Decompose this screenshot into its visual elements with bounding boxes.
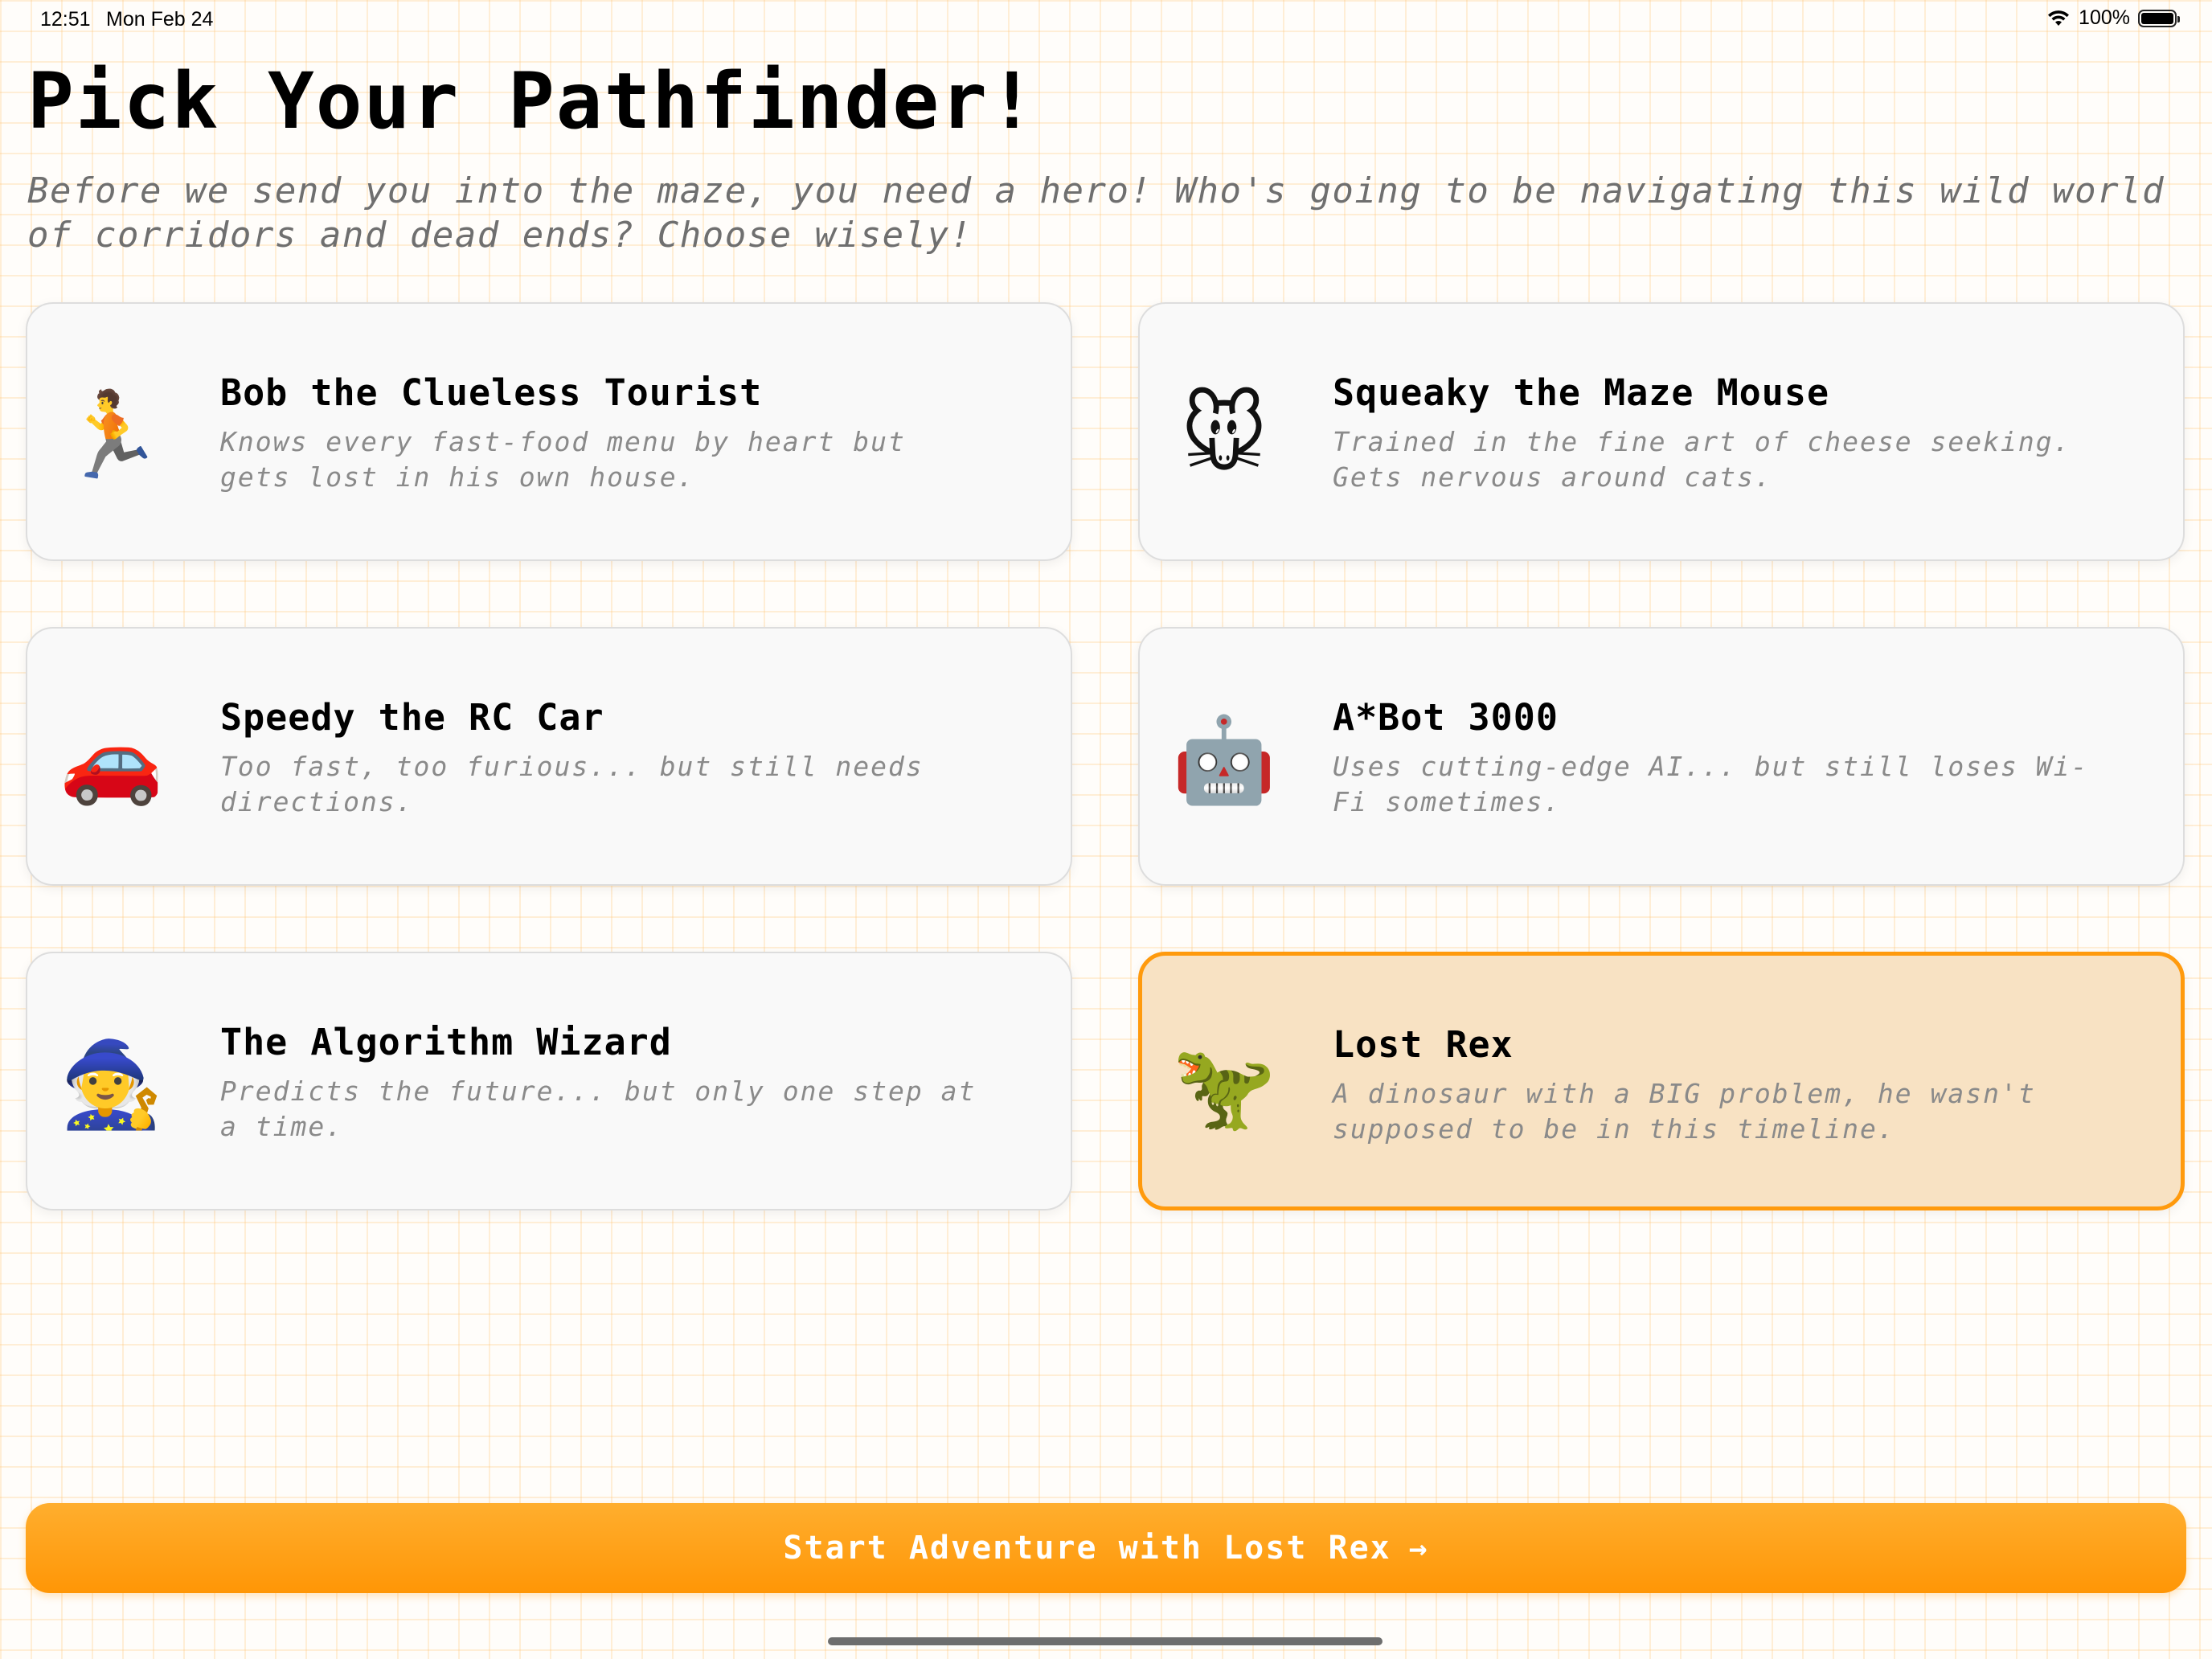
start-adventure-button[interactable]: Start Adventure with Lost Rex → <box>26 1503 2186 1593</box>
start-adventure-label: Start Adventure with Lost Rex <box>783 1530 1391 1567</box>
status-bar: 12:51 Mon Feb 24 100% <box>0 0 2212 39</box>
wizard-icon: 🧙 <box>59 1035 164 1133</box>
character-card-squeaky[interactable]: 🐭 Squeaky the Maze Mouse Trained in the … <box>1138 302 2185 561</box>
runner-icon: 🏃 <box>59 386 164 484</box>
battery-icon <box>2138 9 2180 27</box>
character-description: Too fast, too furious... but still needs… <box>220 751 924 817</box>
character-name: Squeaky the Maze Mouse <box>1333 371 1830 414</box>
battery-percentage: 100% <box>2079 6 2130 29</box>
dinosaur-icon: 🦖 <box>1172 1038 1276 1136</box>
character-card-wizard[interactable]: 🧙 The Algorithm Wizard Predicts the futu… <box>26 952 1072 1210</box>
status-indicators: 100% <box>2046 6 2180 30</box>
character-name: A*Bot 3000 <box>1333 696 1559 739</box>
battery-level <box>2141 12 2173 24</box>
character-description: Trained in the fine art of cheese seekin… <box>1333 426 2071 493</box>
status-date: Mon Feb 24 <box>106 8 214 31</box>
character-card-speedy[interactable]: 🚗 Speedy the RC Car Too fast, too furiou… <box>26 627 1072 886</box>
home-indicator[interactable] <box>828 1637 1382 1645</box>
status-time: 12:51 <box>40 8 91 31</box>
character-description: Predicts the future... but only one step… <box>220 1075 977 1142</box>
character-card-abot[interactable]: 🤖 A*Bot 3000 Uses cutting-edge AI... but… <box>1138 627 2185 886</box>
character-description: Uses cutting-edge AI... but still loses … <box>1333 751 2089 817</box>
wifi-icon <box>2048 10 2070 26</box>
page-subtitle: Before we send you into the maze, you ne… <box>27 170 2165 256</box>
arrow-right-icon: → <box>1408 1530 1429 1566</box>
car-icon: 🚗 <box>59 711 164 809</box>
page-title: Pick Your Pathfinder! <box>27 56 1037 146</box>
character-name: Lost Rex <box>1333 1023 1514 1066</box>
character-name: Bob the Clueless Tourist <box>220 371 763 414</box>
robot-icon: 🤖 <box>1172 711 1276 809</box>
character-description: A dinosaur with a BIG problem, he wasn't… <box>1333 1078 2036 1145</box>
character-card-bob[interactable]: 🏃 Bob the Clueless Tourist Knows every f… <box>26 302 1072 561</box>
character-name: Speedy the RC Car <box>220 696 604 739</box>
mouse-icon: 🐭 <box>1180 386 1268 484</box>
character-description: Knows every fast-food menu by heart but … <box>220 426 906 493</box>
character-card-lost-rex[interactable]: 🦖 Lost Rex A dinosaur with a BIG problem… <box>1138 952 2185 1210</box>
character-name: The Algorithm Wizard <box>220 1021 672 1063</box>
